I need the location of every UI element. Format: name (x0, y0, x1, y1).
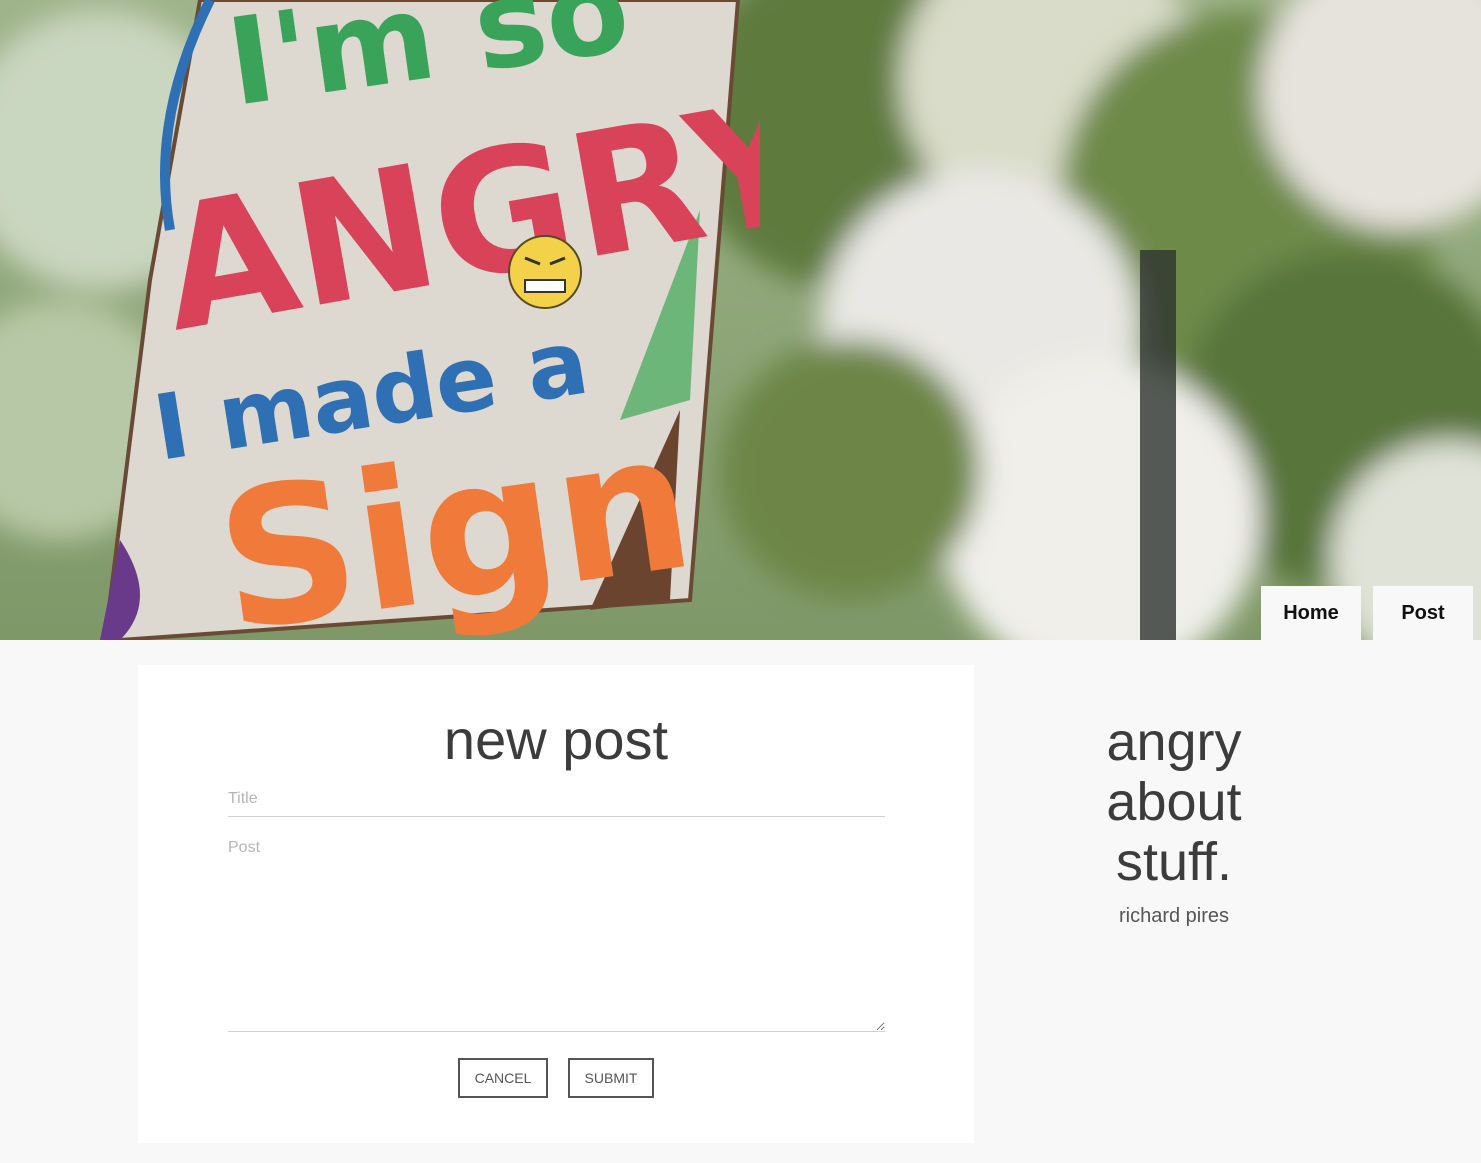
hero-banner: I'm so ANGRY I made a Sign Home Post (0, 0, 1481, 640)
brand-line-1: angry (1106, 712, 1242, 772)
post-body-textarea[interactable] (228, 834, 885, 1032)
brand-line-3: stuff. (1115, 832, 1233, 892)
nav-home-button[interactable]: Home (1261, 586, 1361, 640)
title-input[interactable] (228, 782, 885, 817)
author-name: richard pires (1118, 905, 1230, 927)
nav-post-button[interactable]: Post (1373, 586, 1473, 640)
brand-line-2: about (1106, 772, 1242, 832)
top-nav: Home Post (1261, 586, 1473, 640)
site-brand: angry about stuff. (1030, 712, 1318, 892)
protest-sign: I'm so ANGRY I made a Sign (100, 0, 760, 640)
cancel-button[interactable]: CANCEL (458, 1058, 548, 1098)
page-title: new post (443, 708, 669, 771)
submit-button[interactable]: SUBMIT (568, 1058, 654, 1098)
angry-face-icon (508, 235, 582, 309)
